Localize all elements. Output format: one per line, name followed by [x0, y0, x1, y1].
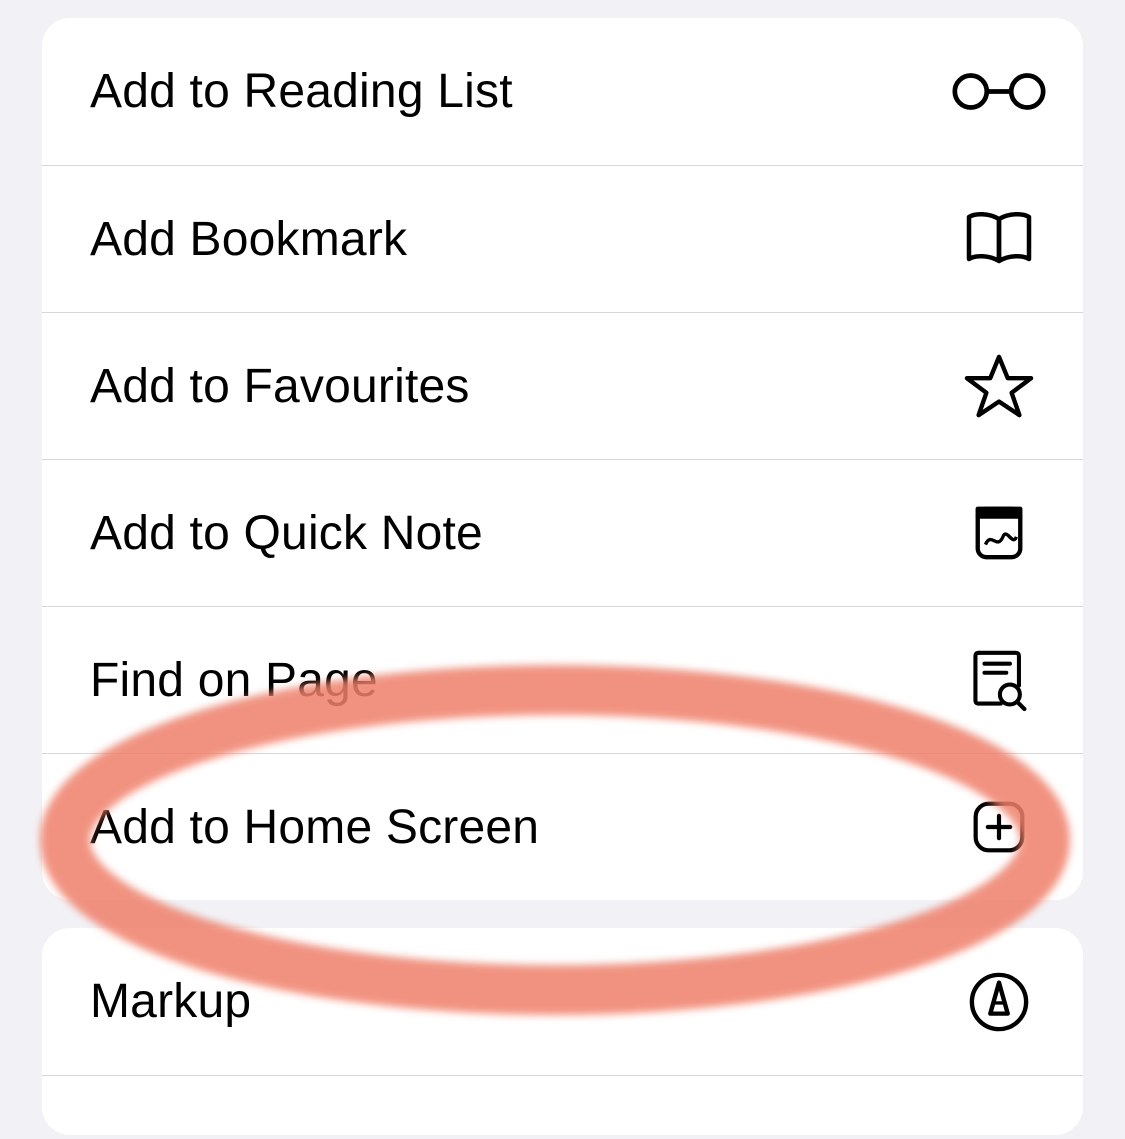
- menu-item-add-bookmark[interactable]: Add Bookmark: [42, 165, 1083, 312]
- menu-item-label: Find on Page: [90, 653, 378, 708]
- menu-item-label: Add to Quick Note: [90, 506, 483, 561]
- share-sheet: Add to Reading List Add Bookmark Add to …: [42, 18, 1083, 1135]
- menu-item-label: Add to Reading List: [90, 64, 513, 119]
- plus-app-icon: [963, 791, 1035, 863]
- star-icon: [963, 350, 1035, 422]
- menu-item-label: Markup: [90, 974, 251, 1029]
- glasses-icon: [963, 56, 1035, 128]
- menu-item-add-reading-list[interactable]: Add to Reading List: [42, 18, 1083, 165]
- markup-icon: [963, 966, 1035, 1038]
- menu-item-add-favourites[interactable]: Add to Favourites: [42, 312, 1083, 459]
- menu-group-1: Add to Reading List Add Bookmark Add to …: [42, 18, 1083, 900]
- menu-group-2: Markup: [42, 928, 1083, 1135]
- menu-item-label: Add Bookmark: [90, 212, 407, 267]
- menu-item-add-home-screen[interactable]: Add to Home Screen: [42, 753, 1083, 900]
- menu-item-label: Add to Home Screen: [90, 800, 539, 855]
- book-icon: [963, 203, 1035, 275]
- find-on-page-icon: [963, 644, 1035, 716]
- menu-item-placeholder[interactable]: [42, 1075, 1083, 1135]
- quick-note-icon: [963, 497, 1035, 569]
- menu-item-find-on-page[interactable]: Find on Page: [42, 606, 1083, 753]
- menu-item-add-quick-note[interactable]: Add to Quick Note: [42, 459, 1083, 606]
- menu-item-label: Add to Favourites: [90, 359, 470, 414]
- menu-item-markup[interactable]: Markup: [42, 928, 1083, 1075]
